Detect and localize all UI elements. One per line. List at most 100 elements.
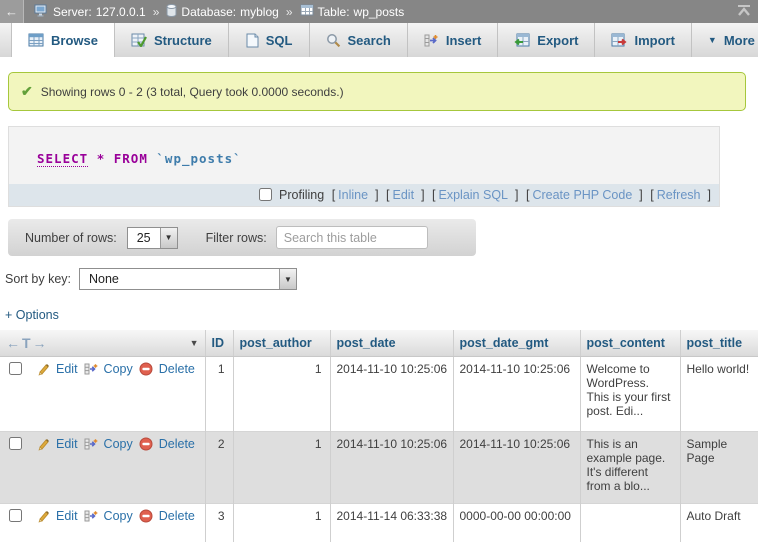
delete-row-link[interactable]: Delete	[159, 362, 195, 376]
row-checkbox[interactable]	[9, 509, 22, 522]
bracket: ]	[375, 188, 378, 202]
tab-import-label: Import	[634, 33, 674, 48]
tab-search[interactable]: Search	[310, 23, 408, 57]
actions-header: ←T→ ▼	[0, 330, 205, 356]
options-toggle-link[interactable]: + Options	[5, 308, 59, 322]
breadcrumb-table-value: wp_posts	[354, 5, 405, 19]
import-icon	[611, 33, 627, 47]
breadcrumb-table-label: Table:	[318, 5, 350, 19]
copy-icon	[84, 437, 98, 451]
tab-browse[interactable]: Browse	[11, 23, 115, 57]
copy-row-link[interactable]: Copy	[104, 362, 133, 376]
row-checkbox[interactable]	[9, 362, 22, 375]
breadcrumb-database-label: Database:	[181, 5, 236, 19]
tab-sql[interactable]: SQL	[229, 23, 310, 57]
sort-by-key-row: Sort by key: None ▼	[5, 268, 758, 290]
more-dropdown-icon: ▼	[708, 35, 717, 45]
tab-import[interactable]: Import	[595, 23, 691, 57]
tab-more[interactable]: ▼ More	[692, 23, 758, 57]
cell-post-date-gmt: 2014-11-10 10:25:06	[453, 431, 580, 503]
number-of-rows-value: 25	[128, 228, 160, 248]
sql-keyword-select[interactable]: SELECT	[37, 151, 88, 167]
breadcrumb-table[interactable]: Table: wp_posts	[300, 4, 405, 19]
edit-row-link[interactable]: Edit	[56, 362, 78, 376]
filter-rows-label: Filter rows:	[206, 231, 267, 245]
rows-filter-bar: Number of rows: 25 ▼ Filter rows:	[8, 219, 476, 256]
export-icon	[514, 33, 530, 47]
table-icon	[300, 4, 314, 19]
row-checkbox[interactable]	[9, 437, 22, 450]
results-header-row: ←T→ ▼ ID post_author post_date post_date…	[0, 330, 758, 356]
bracket: ]	[421, 188, 424, 202]
delete-row-link[interactable]: Delete	[159, 437, 195, 451]
structure-icon	[131, 33, 147, 47]
cell-post-author: 1	[233, 356, 330, 431]
cell-id: 3	[205, 503, 233, 542]
delete-row-link[interactable]: Delete	[159, 509, 195, 523]
sql-actions-bar: Profiling [Inline] [Edit] [Explain SQL] …	[9, 184, 719, 206]
tab-sql-label: SQL	[266, 33, 293, 48]
table-row: Edit Copy Delete 1 1 2014-11-10 10:25:06…	[0, 356, 758, 431]
bracket: [	[432, 188, 435, 202]
number-of-rows-label: Number of rows:	[25, 231, 117, 245]
tab-export-label: Export	[537, 33, 578, 48]
profiling-checkbox[interactable]	[259, 188, 272, 201]
tab-insert[interactable]: Insert	[408, 23, 498, 57]
cell-post-author: 1	[233, 431, 330, 503]
tab-structure[interactable]: Structure	[115, 23, 229, 57]
table-row: Edit Copy Delete 2 1 2014-11-10 10:25:06…	[0, 431, 758, 503]
tab-export[interactable]: Export	[498, 23, 595, 57]
tab-insert-label: Insert	[446, 33, 481, 48]
column-header-post-title[interactable]: post_title	[680, 330, 758, 356]
column-header-post-content[interactable]: post_content	[580, 330, 680, 356]
server-icon	[34, 4, 49, 20]
copy-row-link[interactable]: Copy	[104, 509, 133, 523]
check-icon: ✔	[21, 83, 33, 100]
column-header-id[interactable]: ID	[205, 330, 233, 356]
copy-icon	[84, 509, 98, 523]
breadcrumb-bar: ← Server: 127.0.0.1 » Database: myblog »…	[0, 0, 758, 23]
create-php-code-link[interactable]: Create PHP Code	[532, 188, 632, 202]
sql-keyword-from: FROM	[114, 151, 148, 166]
insert-icon	[424, 33, 439, 48]
refresh-link[interactable]: Refresh	[657, 188, 701, 202]
cell-post-date: 2014-11-14 06:33:38	[330, 503, 453, 542]
tab-more-label: More	[724, 33, 755, 48]
tab-bar: Browse Structure SQL Search Insert Expor…	[0, 23, 758, 57]
sort-by-key-select[interactable]: None ▼	[79, 268, 297, 290]
browse-icon	[28, 33, 44, 47]
search-icon	[326, 33, 341, 48]
sort-order-icon[interactable]: ▼	[190, 338, 199, 348]
database-icon	[166, 4, 177, 20]
filter-search-input[interactable]	[276, 226, 428, 249]
results-table: ←T→ ▼ ID post_author post_date post_date…	[0, 330, 758, 542]
bracket: ]	[639, 188, 642, 202]
copy-row-link[interactable]: Copy	[104, 437, 133, 451]
column-header-post-date[interactable]: post_date	[330, 330, 453, 356]
sort-by-key-label: Sort by key:	[5, 272, 71, 286]
back-arrow-icon: ←	[5, 4, 18, 19]
collapse-panel-button[interactable]	[730, 5, 758, 19]
pencil-icon	[36, 509, 50, 523]
sql-query: SELECT * FROM `wp_posts`	[9, 127, 719, 184]
success-message: ✔ Showing rows 0 - 2 (3 total, Query too…	[8, 72, 746, 111]
bracket: [	[650, 188, 653, 202]
transpose-icon[interactable]: ←T→	[6, 335, 49, 351]
breadcrumb-server-value: 127.0.0.1	[96, 5, 146, 19]
explain-sql-link[interactable]: Explain SQL	[439, 188, 508, 202]
column-header-post-author[interactable]: post_author	[233, 330, 330, 356]
tab-browse-label: Browse	[51, 33, 98, 48]
inline-link[interactable]: Inline	[338, 188, 368, 202]
bracket: ]	[515, 188, 518, 202]
breadcrumb-server[interactable]: Server: 127.0.0.1	[34, 4, 146, 20]
cell-post-date-gmt: 0000-00-00 00:00:00	[453, 503, 580, 542]
edit-query-link[interactable]: Edit	[393, 188, 415, 202]
tab-structure-label: Structure	[154, 33, 212, 48]
column-header-post-date-gmt[interactable]: post_date_gmt	[453, 330, 580, 356]
edit-row-link[interactable]: Edit	[56, 437, 78, 451]
breadcrumb-database[interactable]: Database: myblog	[166, 4, 278, 20]
edit-row-link[interactable]: Edit	[56, 509, 78, 523]
number-of-rows-select[interactable]: 25 ▼	[127, 227, 178, 249]
back-button[interactable]: ←	[0, 0, 24, 23]
table-row: Edit Copy Delete 3 1 2014-11-14 06:33:38…	[0, 503, 758, 542]
